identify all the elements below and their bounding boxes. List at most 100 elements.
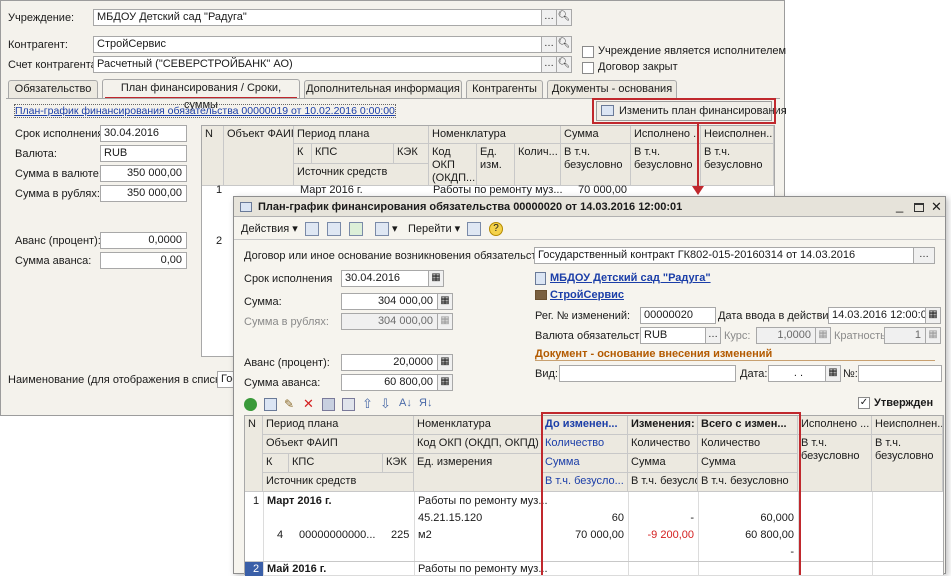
toolbar-icon-5[interactable] <box>466 220 482 238</box>
currency-field[interactable]: RUB <box>640 327 706 344</box>
close-icon[interactable]: ✕ <box>931 199 942 215</box>
rate-field: 1,0000 <box>756 327 816 344</box>
sum-rub-label: Сумма в рублях: <box>15 188 100 200</box>
doc-number-field[interactable] <box>858 365 942 382</box>
tab-counterparties[interactable]: Контрагенты <box>466 80 543 98</box>
tab-financing-plan[interactable]: План финансирования / Сроки, суммы <box>102 79 300 111</box>
toolbar-icon-4[interactable]: ▾ <box>374 220 399 238</box>
search-icon[interactable]: 🔍︎ <box>556 9 572 26</box>
edit-icon[interactable]: ✎ <box>284 397 294 411</box>
col-kps: КПС <box>289 454 383 473</box>
advance-pct-label: Аванс (процент): <box>244 357 330 369</box>
doc-date-field[interactable]: . . <box>768 365 826 382</box>
calendar-icon[interactable]: ▦ <box>428 270 444 287</box>
help-icon[interactable]: ? <box>488 220 504 238</box>
col-period: Период плана <box>294 126 429 144</box>
sum-currency-field[interactable]: 350 000,00 <box>100 165 187 182</box>
minimize-icon[interactable]: _ <box>896 198 903 213</box>
calculator-icon: ▦ <box>925 327 941 344</box>
actions-menu[interactable]: Действия ▾ <box>240 220 299 238</box>
calendar-icon[interactable]: ▦ <box>925 307 941 324</box>
sum-rub-label: Сумма в рублях: <box>244 316 329 328</box>
move-down-icon[interactable]: ⇩ <box>380 396 391 412</box>
executor-label: Учреждение является исполнителем <box>598 45 787 57</box>
closed-label: Договор закрыт <box>598 61 678 73</box>
calendar-icon[interactable]: ▦ <box>825 365 841 382</box>
col-source: Источник средств <box>263 473 414 492</box>
select-button[interactable]: … <box>705 327 721 344</box>
institution-field[interactable]: МБДОУ Детский сад "Радуга" <box>93 9 542 26</box>
sort-asc-icon[interactable]: A↓ <box>399 397 412 409</box>
row-nomenclature: Работы по ремонту муз... <box>418 495 548 507</box>
sum-rub-field[interactable]: 350 000,00 <box>100 185 187 202</box>
plan-schedule-window: План-график финансирования обязательства… <box>233 196 946 576</box>
toolbar-icon-1[interactable] <box>304 220 320 238</box>
copy-icon[interactable] <box>264 398 277 411</box>
row-number: 2 <box>253 563 260 575</box>
col-sep <box>414 492 415 576</box>
calculator-icon[interactable]: ▦ <box>437 354 453 371</box>
approved-label: Утвержден <box>874 397 934 409</box>
sum-field[interactable]: 304 000,00 <box>341 293 438 310</box>
term-field[interactable]: 30.04.2016 <box>100 125 187 142</box>
search-icon[interactable]: 🔍︎ <box>556 36 572 53</box>
sort-desc-icon[interactable]: Я↓ <box>419 397 432 409</box>
add-icon[interactable] <box>244 398 257 411</box>
col-executed: Исполнено ... <box>631 126 701 144</box>
kind-field[interactable] <box>559 365 736 382</box>
col-n: N <box>202 126 224 186</box>
row-nomenclature: Работы по ремонту муз... <box>418 563 548 575</box>
copy-row-icon[interactable] <box>342 398 355 411</box>
toolbar: Действия ▾ ▾ Перейти ▾ ? <box>234 218 945 240</box>
calculator-icon[interactable]: ▦ <box>437 293 453 310</box>
maximize-icon[interactable] <box>914 203 924 212</box>
col-unit: Ед. изм. <box>477 144 515 186</box>
col-nomenclature: Номенклатура <box>429 126 561 144</box>
col-sum: Сумма <box>561 126 631 144</box>
currency-field[interactable]: RUB <box>100 145 187 162</box>
date-field[interactable]: 14.03.2016 12:00:01 <box>828 307 926 324</box>
counterparty-label: Контрагент: <box>8 39 68 51</box>
calculator-icon[interactable]: ▦ <box>437 374 453 391</box>
tab-basis-documents[interactable]: Документы - основания <box>547 80 677 98</box>
end-edit-icon[interactable] <box>322 398 335 411</box>
institution-link[interactable]: МБДОУ Детский сад "Радуга" <box>550 272 711 284</box>
closed-checkbox[interactable] <box>582 62 594 74</box>
counterparty-link[interactable]: СтройСервис <box>550 289 624 301</box>
contract-field[interactable]: Государственный контракт ГК802-015-20160… <box>534 247 914 264</box>
toolbar-icon-3[interactable] <box>348 220 364 238</box>
term-field[interactable]: 30.04.2016 <box>341 270 429 287</box>
select-button[interactable]: … <box>541 36 557 53</box>
tab-obligation[interactable]: Обязательство <box>8 80 98 98</box>
approved-checkbox[interactable]: ✓ <box>858 397 870 409</box>
institution-label: Учреждение: <box>8 12 75 24</box>
counterparty-field[interactable]: СтройСервис <box>93 36 542 53</box>
advance-sum-field[interactable]: 0,00 <box>100 252 187 269</box>
tab-additional-info[interactable]: Дополнительная информация <box>304 80 462 98</box>
advance-sum-label: Сумма аванса: <box>15 255 92 267</box>
toolbar-icon-2[interactable] <box>326 220 342 238</box>
regno-field[interactable]: 00000020 <box>640 307 716 324</box>
delete-icon[interactable]: ✕ <box>303 396 314 412</box>
select-button[interactable]: … <box>541 56 557 73</box>
title-bar: План-график финансирования обязательства… <box>234 197 945 217</box>
advance-sum-label: Сумма аванса: <box>244 377 321 389</box>
select-button[interactable]: … <box>541 9 557 26</box>
plan-link[interactable]: План-график финансирования обязательства… <box>14 104 396 118</box>
row-okp: 45.21.15.120 <box>418 512 483 524</box>
account-field[interactable]: Расчетный ("СЕВЕРСТРОЙБАНК" АО) <box>93 56 542 73</box>
col-k: К <box>263 454 289 473</box>
executor-checkbox[interactable] <box>582 46 594 58</box>
multiplicity-field: 1 <box>884 327 926 344</box>
advance-pct-field[interactable]: 0,0000 <box>100 232 187 249</box>
goto-menu[interactable]: Перейти ▾ <box>407 220 461 238</box>
col-okp: Код ОКП (ОКДП, ОКПД) <box>414 435 542 454</box>
col-okp: Код ОКП (ОКДП... <box>429 144 477 186</box>
move-up-icon[interactable]: ⇧ <box>362 396 373 412</box>
calculator-icon: ▦ <box>815 327 831 344</box>
col-executed-uncond: В т.ч. безусловно <box>631 144 701 186</box>
search-icon[interactable]: 🔍︎ <box>556 56 572 73</box>
advance-sum-field[interactable]: 60 800,00 <box>341 374 438 391</box>
advance-pct-field[interactable]: 20,0000 <box>341 354 438 371</box>
select-button[interactable]: … <box>913 247 935 264</box>
